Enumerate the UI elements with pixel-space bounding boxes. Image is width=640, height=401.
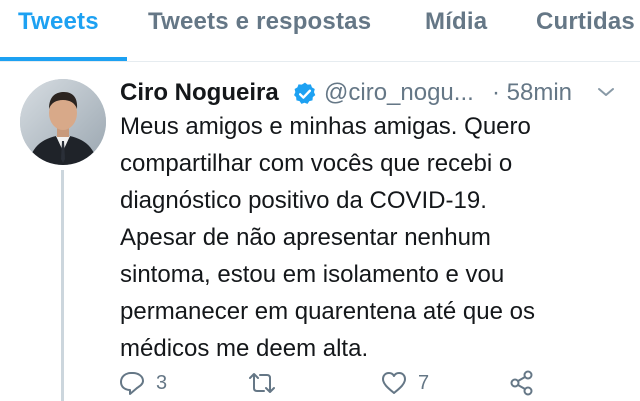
author-name[interactable]: Ciro Nogueira xyxy=(120,79,279,107)
chevron-down-icon[interactable] xyxy=(595,84,617,100)
thread-line xyxy=(61,170,64,401)
reply-count: 3 xyxy=(156,371,168,394)
tab-media[interactable]: Mídia xyxy=(425,8,487,36)
profile-tabs: Tweets Tweets e respostas Mídia Curtidas xyxy=(0,0,640,62)
tweet-actions: 3 7 xyxy=(118,368,618,398)
tweet-timestamp[interactable]: · 58min xyxy=(492,79,572,107)
reply-button[interactable]: 3 xyxy=(118,368,167,398)
tab-tweets-and-replies[interactable]: Tweets e respostas xyxy=(148,8,371,36)
avatar-photo xyxy=(20,79,106,165)
tab-tweets[interactable]: Tweets xyxy=(18,8,99,36)
verified-badge-icon xyxy=(294,82,316,104)
retweet-button[interactable] xyxy=(246,368,278,398)
share-icon xyxy=(510,370,533,396)
avatar[interactable] xyxy=(20,79,106,165)
like-button[interactable]: 7 xyxy=(380,368,429,398)
tabs-divider xyxy=(0,61,640,62)
author-handle[interactable]: @ciro_nogu... xyxy=(324,79,474,107)
tab-likes[interactable]: Curtidas xyxy=(536,8,635,36)
retweet-icon xyxy=(249,373,275,393)
share-button[interactable] xyxy=(508,368,536,398)
heart-icon xyxy=(382,372,406,394)
reply-icon xyxy=(120,372,144,395)
like-count: 7 xyxy=(418,371,430,394)
tweet-text: Meus amigos e minhas amigas. Quero compa… xyxy=(120,113,535,362)
